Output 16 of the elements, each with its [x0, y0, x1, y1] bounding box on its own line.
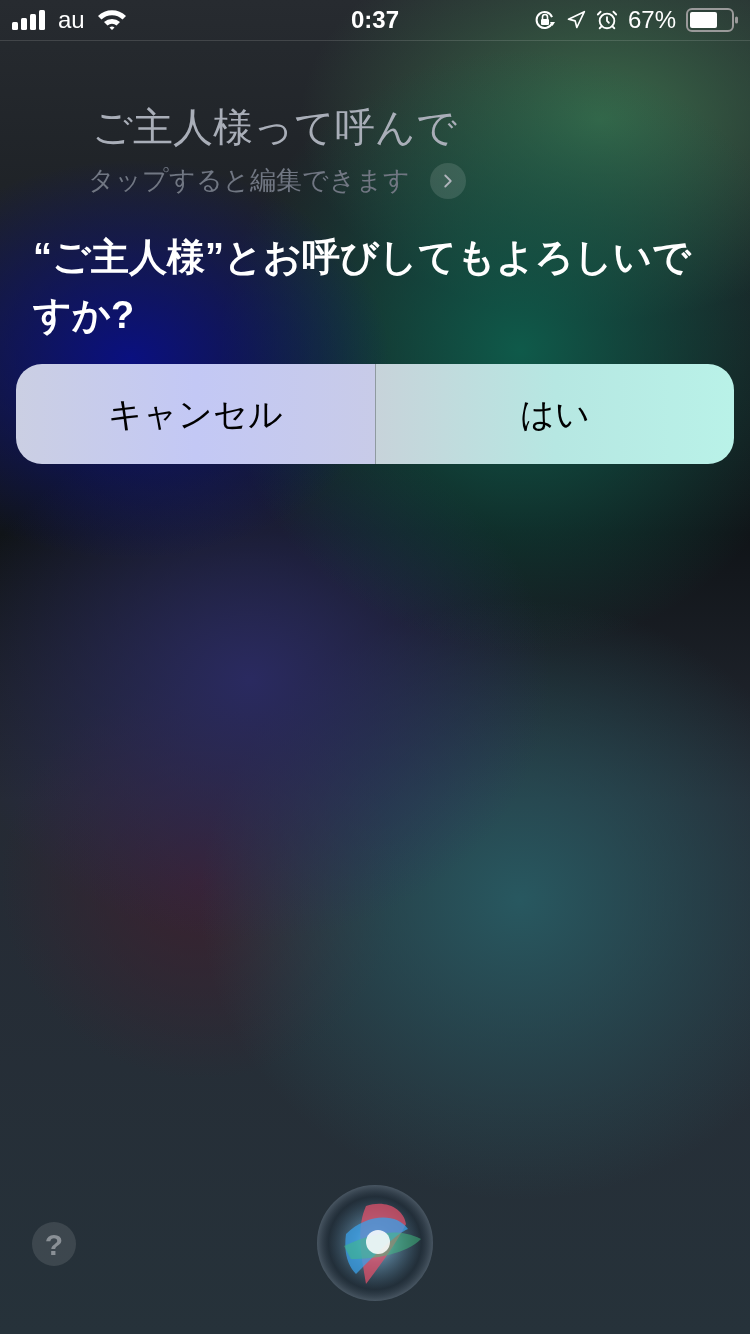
edit-hint[interactable]: タップすると編集できます — [88, 161, 410, 200]
signal-bars-icon — [12, 10, 46, 30]
battery-icon — [686, 8, 738, 32]
wifi-icon — [96, 9, 127, 31]
confirm-button[interactable]: はい — [374, 364, 734, 464]
cancel-button[interactable]: キャンセル — [16, 364, 375, 464]
carrier-name: au — [58, 5, 85, 35]
siri-orb-icon[interactable] — [316, 1184, 434, 1302]
clock-time: 0:37 — [350, 5, 399, 35]
question-text: “ご主人様”とお呼びしてもよろしいですか? — [32, 235, 693, 338]
edit-chevron-button[interactable] — [430, 162, 466, 199]
location-arrow-icon — [565, 10, 586, 30]
alarm-clock-icon — [595, 9, 618, 31]
battery-percentage: 67% — [627, 5, 676, 35]
rotation-lock-icon — [533, 9, 556, 31]
transcript-text[interactable]: ご主人様って呼んで — [92, 101, 750, 153]
